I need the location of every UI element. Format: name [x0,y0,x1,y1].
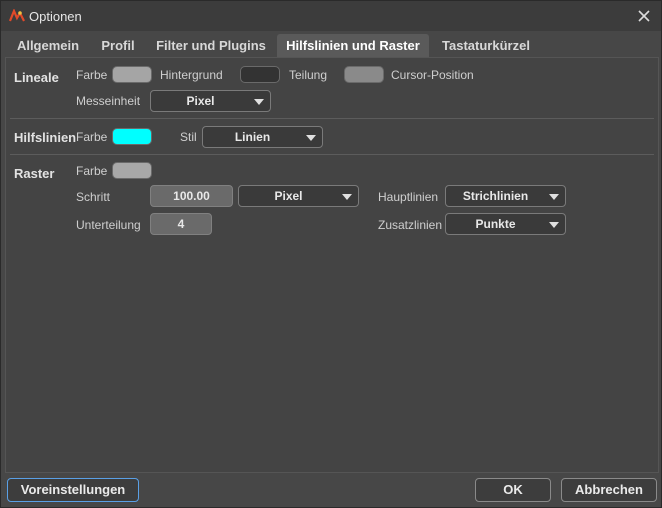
unterteilung-label: Unterteilung [76,218,141,232]
chevron-down-icon [254,99,264,105]
messeinheit-label: Messeinheit [76,94,141,108]
tab-profil[interactable]: Profil [93,34,143,57]
title-bar: Optionen [1,1,661,31]
stil-label: Stil [180,130,197,144]
stil-select[interactable]: Linien [202,126,323,148]
chevron-down-icon [342,194,352,200]
chevron-down-icon [549,222,559,228]
tab-hilfslinien-und-raster[interactable]: Hilfslinien und Raster [277,34,429,57]
options-dialog: Optionen Allgemein Profil Filter und Plu… [0,0,662,508]
hilfslinien-farbe-label: Farbe [76,130,108,144]
tab-filter-und-plugins[interactable]: Filter und Plugins [149,34,273,57]
messeinheit-value: Pixel [186,94,215,108]
zusatzlinien-label: Zusatzlinien [378,218,443,232]
hauptlinien-label: Hauptlinien [378,190,439,204]
lineale-teilung-swatch[interactable] [344,66,384,83]
divider [10,118,654,119]
cancel-button[interactable]: Abbrechen [561,478,657,502]
raster-einheit-select[interactable]: Pixel [238,185,359,207]
tab-tastaturkuerzel[interactable]: Tastaturkürzel [433,34,539,57]
lineale-hintergrund-label: Hintergrund [160,68,223,82]
app-logo-icon [8,8,25,23]
unterteilung-input[interactable]: 4 [150,213,212,235]
settings-panel: Lineale Farbe Hintergrund Teilung Cursor… [5,57,659,473]
divider [10,154,654,155]
raster-farbe-label: Farbe [76,164,108,178]
lineale-farbe-swatch[interactable] [112,66,152,83]
lineale-cursor-position-label: Cursor-Position [391,68,474,82]
tab-allgemein[interactable]: Allgemein [9,34,87,57]
raster-farbe-swatch[interactable] [112,162,152,179]
section-title-raster: Raster [14,166,55,181]
lineale-hintergrund-swatch[interactable] [240,66,280,83]
raster-einheit-value: Pixel [274,189,303,203]
window-title: Optionen [29,9,82,24]
messeinheit-select[interactable]: Pixel [150,90,271,112]
lineale-farbe-label: Farbe [76,68,108,82]
schritt-input[interactable]: 100.00 [150,185,233,207]
hauptlinien-value: Strichlinien [462,189,529,203]
defaults-button[interactable]: Voreinstellungen [7,478,139,502]
schritt-label: Schritt [76,190,111,204]
chevron-down-icon [306,135,316,141]
section-title-lineale: Lineale [14,70,59,85]
zusatzlinien-select[interactable]: Punkte [445,213,566,235]
hilfslinien-farbe-swatch[interactable] [112,128,152,145]
chevron-down-icon [549,194,559,200]
close-icon[interactable] [635,7,653,25]
tab-bar: Allgemein Profil Filter und Plugins Hilf… [1,33,661,57]
stil-value: Linien [234,130,271,144]
hauptlinien-select[interactable]: Strichlinien [445,185,566,207]
lineale-teilung-label: Teilung [289,68,328,82]
ok-button[interactable]: OK [475,478,551,502]
zusatzlinien-value: Punkte [475,217,516,231]
section-title-hilfslinien: Hilfslinien [14,130,77,145]
